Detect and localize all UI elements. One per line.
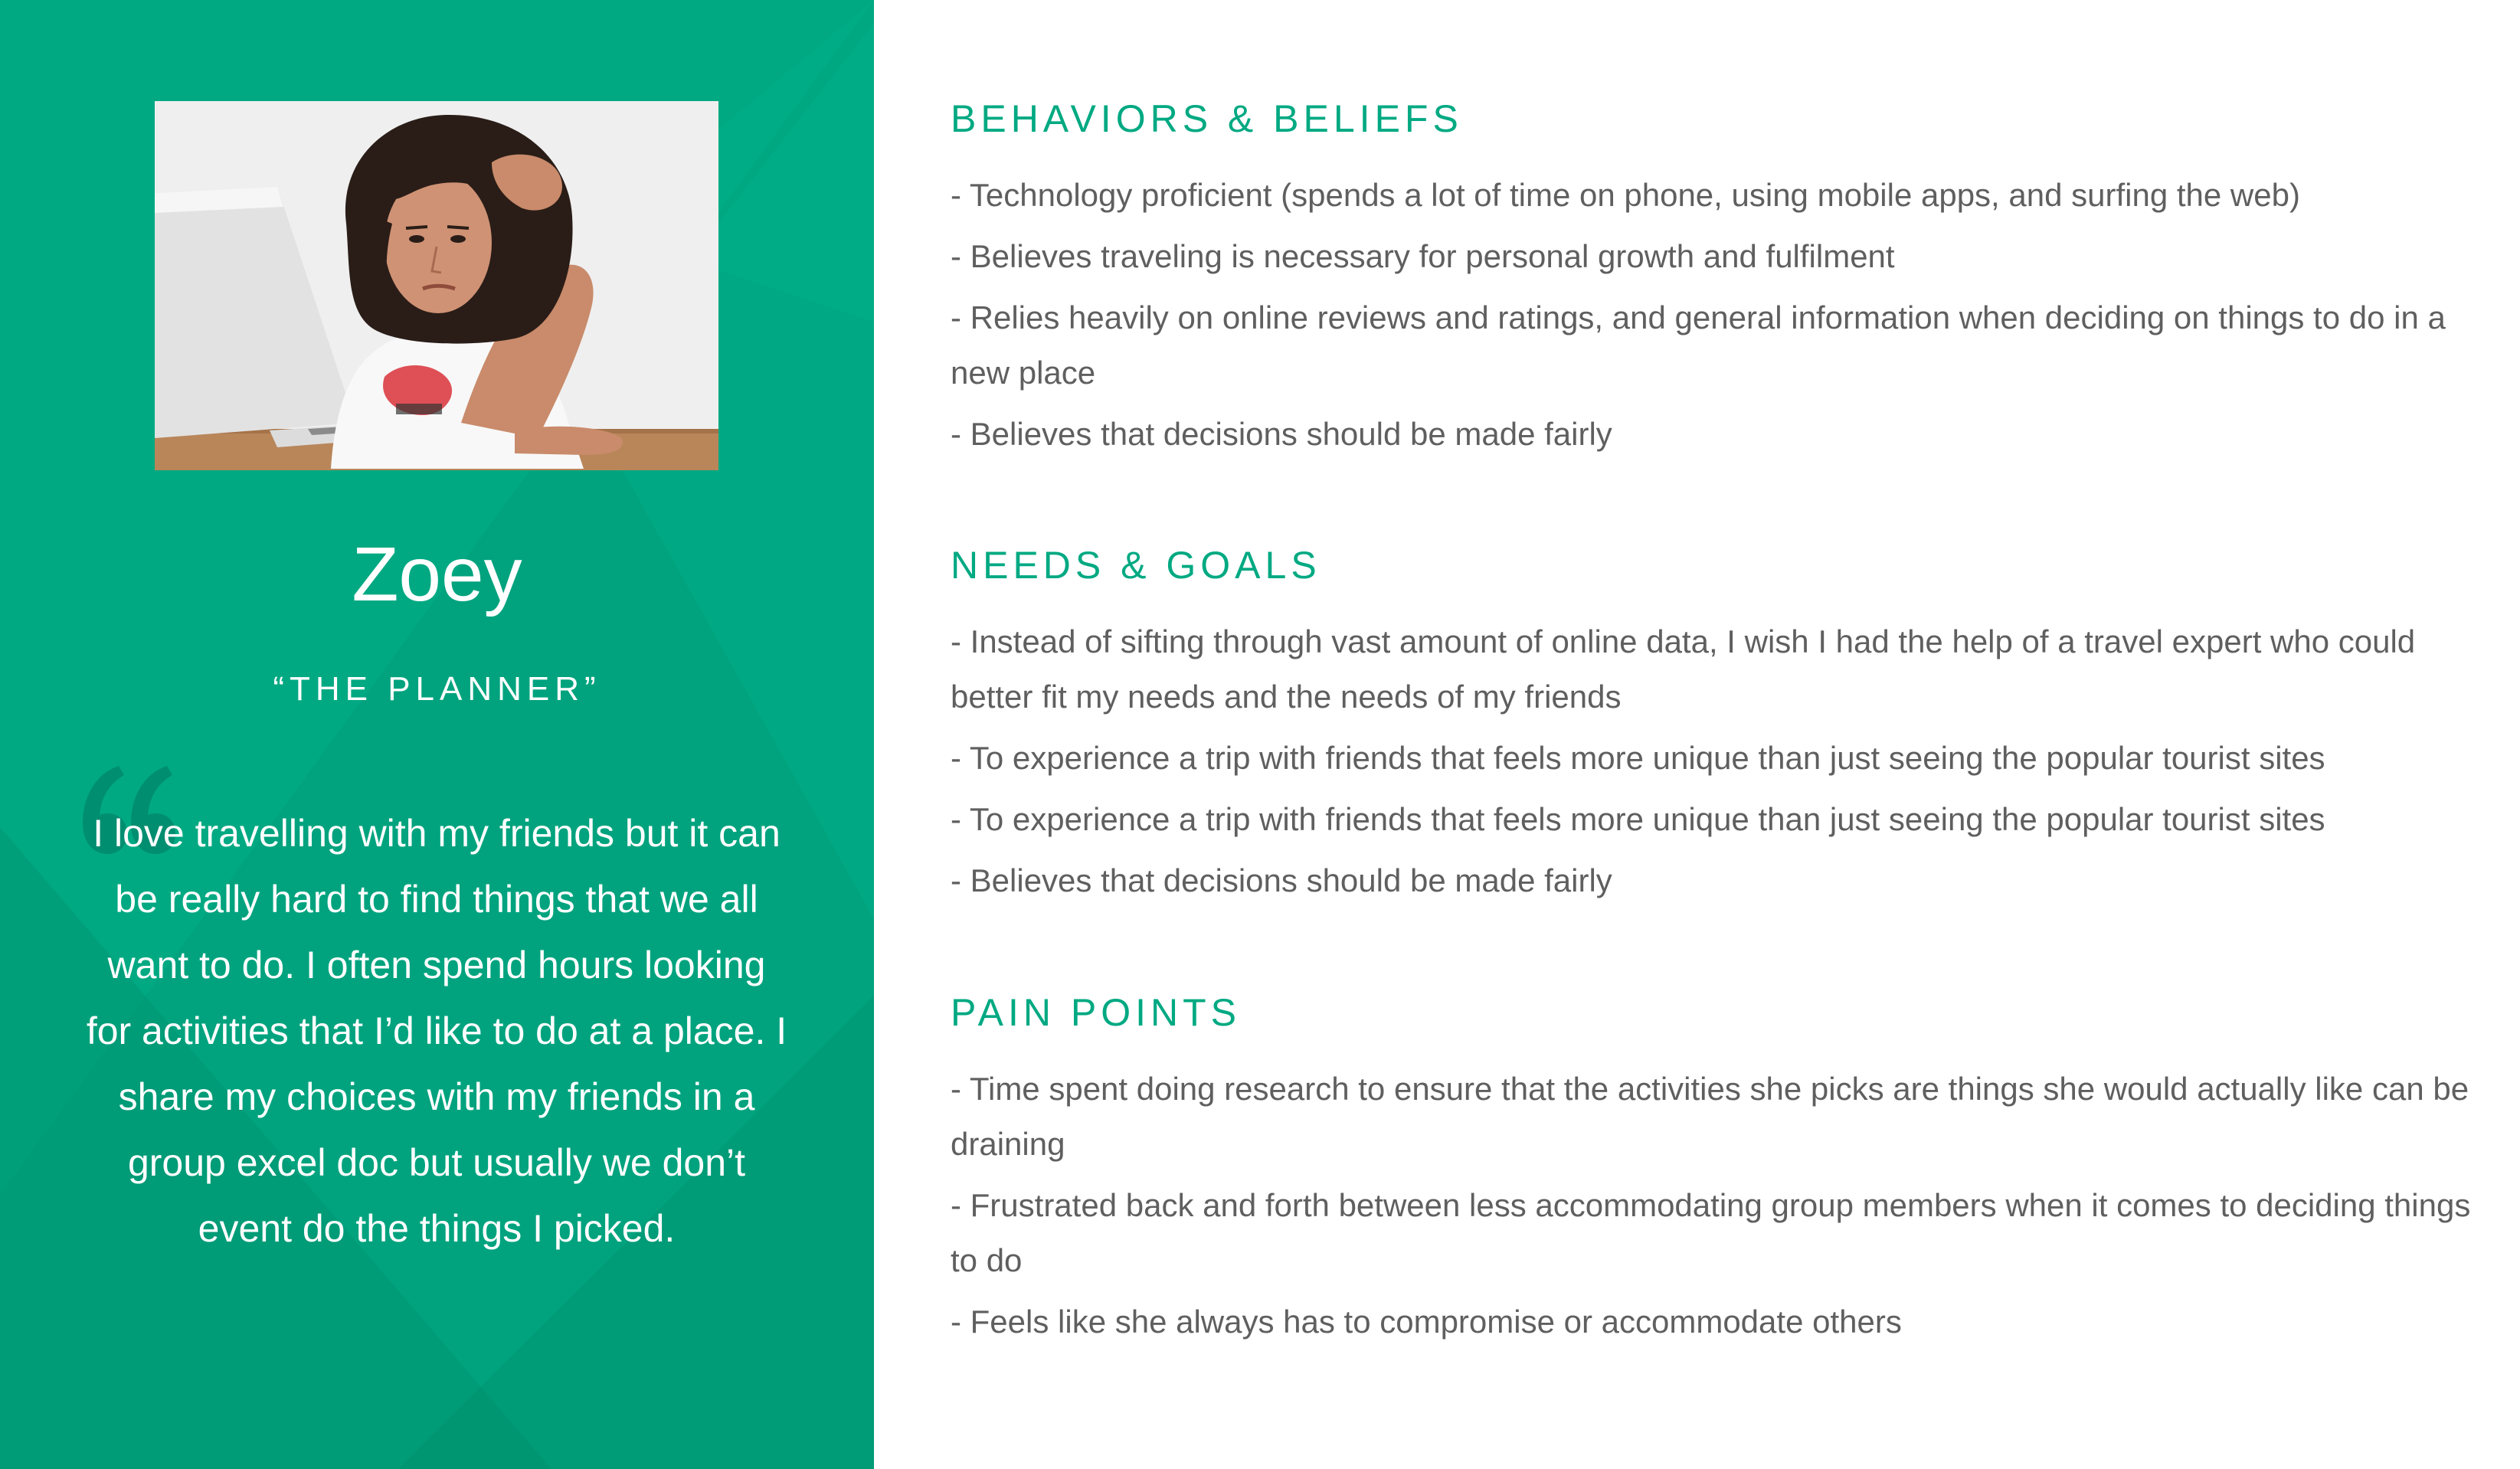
list-item: - Believes that decisions should be made…	[951, 862, 1612, 898]
list-item: - Believes traveling is necessary for pe…	[951, 238, 1895, 274]
section-pain-points: PAIN POINTS - Time spent doing research …	[951, 990, 2475, 1356]
persona-details: BEHAVIORS & BELIEFS - Technology profici…	[874, 0, 2520, 1469]
list-item: - To experience a trip with friends that…	[951, 740, 2325, 776]
list-item: - To experience a trip with friends that…	[951, 801, 2325, 837]
persona-panel: Zoey “THE PLANNER” I love travelling wit…	[0, 0, 874, 1469]
persona-subtitle: “THE PLANNER”	[273, 670, 601, 708]
list-item: - Relies heavily on online reviews and r…	[951, 299, 2446, 391]
section-title: BEHAVIORS & BELIEFS	[951, 97, 1463, 140]
list-item: - Technology proficient (spends a lot of…	[951, 177, 2300, 213]
section-needs-goals: NEEDS & GOALS - Instead of sifting throu…	[951, 542, 2475, 914]
section-title: PAIN POINTS	[951, 991, 1242, 1034]
persona-name: Zoey	[352, 532, 522, 617]
section-title: NEEDS & GOALS	[951, 544, 1321, 587]
list-item: - Frustrated back and forth between less…	[951, 1187, 2471, 1278]
persona-quote: I love travelling with my friends but it…	[86, 812, 787, 1250]
persona-photo	[155, 101, 718, 470]
list-item: - Time spent doing research to ensure th…	[951, 1071, 2469, 1162]
list-item: - Feels like she always has to compromis…	[951, 1304, 1902, 1340]
list-item: - Instead of sifting through vast amount…	[951, 623, 2416, 715]
list-item: - Believes that decisions should be made…	[951, 416, 1612, 452]
section-behaviors-beliefs: BEHAVIORS & BELIEFS - Technology profici…	[951, 96, 2475, 468]
